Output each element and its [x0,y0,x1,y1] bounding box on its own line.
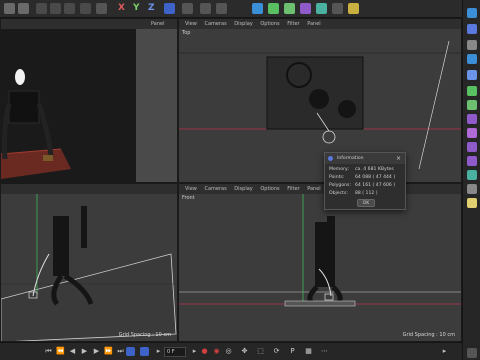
top-scene [179,40,461,170]
next-key-icon[interactable]: ⏩ [104,347,113,356]
info-row-memory: Memory: ca. 4 681 KBytes [329,167,394,172]
robot-base [284,300,356,307]
dialog-title: Information [337,156,364,161]
grid-spacing-label: Grid Spacing : 10 cm [402,332,455,338]
object-gizmo [322,130,336,144]
render-view-icon[interactable] [200,3,211,14]
robot-arm [327,216,335,246]
step-icon[interactable]: ▸ [190,347,199,356]
move-tool-icon[interactable] [36,3,47,14]
rotate-tool-icon[interactable] [64,3,75,14]
scale-tool-icon[interactable] [50,3,61,14]
loop-icon[interactable] [126,347,135,356]
axis-x-toggle[interactable]: X [118,3,125,13]
robot-arm [81,206,87,248]
play-icon[interactable]: ▶ [80,347,89,356]
axis-y-toggle[interactable]: Y [133,3,140,13]
spline-line [418,40,450,170]
next-frame-icon[interactable]: ▶ [92,347,101,356]
info-row-points: Points: 64 088 ( 47 444 ) [329,175,396,180]
gray-wall [136,29,177,182]
object-gizmo [324,293,334,301]
effector-icon[interactable] [467,114,477,124]
array-icon[interactable] [284,3,295,14]
robot-side-view [53,216,69,276]
cinema4d-window: X Y Z Panel View Cameras Display Options… [0,0,480,360]
nurbs-icon[interactable] [268,3,279,14]
motion-icon[interactable]: ⋯ [320,347,329,356]
rotation-key-icon[interactable]: ⟳ [272,347,281,356]
cube-icon[interactable] [252,3,263,14]
scale-key-icon[interactable]: ⬚ [256,347,265,356]
camera-icon[interactable] [467,184,477,194]
robot-body [8,90,40,124]
animation-timeline: ⏮ ⏪ ◀ ▶ ▶ ⏩ ⏭ ▸ 0 F ▸ ● ◉ ◎ ✥ ⬚ ⟳ P ▦ ⋯ … [0,342,462,360]
nav-icon[interactable] [467,8,477,18]
preview-range-icon[interactable] [140,347,149,356]
axis-z-toggle[interactable]: Z [148,3,155,13]
record-icon[interactable]: ● [200,347,209,356]
main-toolbar: X Y Z [0,0,480,18]
workplane-icon[interactable] [467,40,477,50]
robot-leg [307,285,319,304]
viewport-perspective[interactable]: Panel [0,18,178,183]
recent-icon[interactable] [96,3,107,14]
coordinate-system-icon[interactable] [164,3,175,14]
mograph-icon[interactable] [467,86,477,96]
layout-icon[interactable]: ▸ [440,347,449,356]
sky-icon[interactable] [467,170,477,180]
text-icon[interactable] [467,70,477,80]
deformer-icon[interactable] [300,3,311,14]
environment-icon[interactable] [316,3,327,14]
current-frame-field[interactable]: 0 F [164,347,186,357]
light-icon[interactable] [348,3,359,14]
cube-icon[interactable] [467,54,477,64]
fps-icon[interactable]: ▸ [154,347,163,356]
info-row-objects: Objects: 88 ( 112 ) [329,191,378,196]
deformer-icon[interactable] [467,128,477,138]
robot-bulb [15,69,25,85]
go-to-end-icon[interactable]: ⏭ [116,347,125,356]
viewport-right[interactable]: Grid Spacing : 10 cm [0,183,178,342]
right-scene [1,194,177,341]
ok-button[interactable]: OK [357,199,375,207]
dialog-title-bar: Information × [325,153,405,164]
information-dialog: Information × Memory: ca. 4 681 KBytes P… [324,152,406,210]
prev-frame-icon[interactable]: ◀ [68,347,77,356]
viewport-top[interactable]: View Cameras Display Options Filter Pane… [178,18,462,183]
cloner-icon[interactable] [467,100,477,110]
spline-icon[interactable] [467,142,477,152]
grid-spacing-label: Grid Spacing : 10 cm [118,332,171,338]
render-settings-icon[interactable] [216,3,227,14]
front-scene [179,194,461,307]
perspective-scene [1,29,177,182]
settings-icon[interactable] [467,348,477,358]
render-region-icon[interactable] [182,3,193,14]
position-key-icon[interactable]: ✥ [240,347,249,356]
info-row-polygons: Polygons: 64 161 ( 47 606 ) [329,183,396,188]
redo-icon[interactable] [18,3,29,14]
undo-icon[interactable] [4,3,15,14]
robot-joint [338,100,356,118]
object-palette [462,0,480,360]
parameter-key-icon[interactable]: P [288,347,297,356]
light-icon[interactable] [467,198,477,208]
select-tool-icon[interactable] [80,3,91,14]
info-icon [328,156,333,161]
prev-key-icon[interactable]: ⏪ [56,347,65,356]
close-icon[interactable]: × [396,153,401,164]
go-to-start-icon[interactable]: ⏮ [44,347,53,356]
keyframe-selection-icon[interactable]: ◎ [224,347,233,356]
robot-foot [43,155,53,161]
pla-key-icon[interactable]: ▦ [304,347,313,356]
robot-top-view [309,89,329,109]
robot-leg [331,285,343,304]
hair-icon[interactable] [467,156,477,166]
viewport-front[interactable]: View Cameras Display Options Filter Pane… [178,183,462,342]
autokey-icon[interactable]: ◉ [212,347,221,356]
camera-icon[interactable] [332,3,343,14]
snap-icon[interactable] [467,24,477,34]
